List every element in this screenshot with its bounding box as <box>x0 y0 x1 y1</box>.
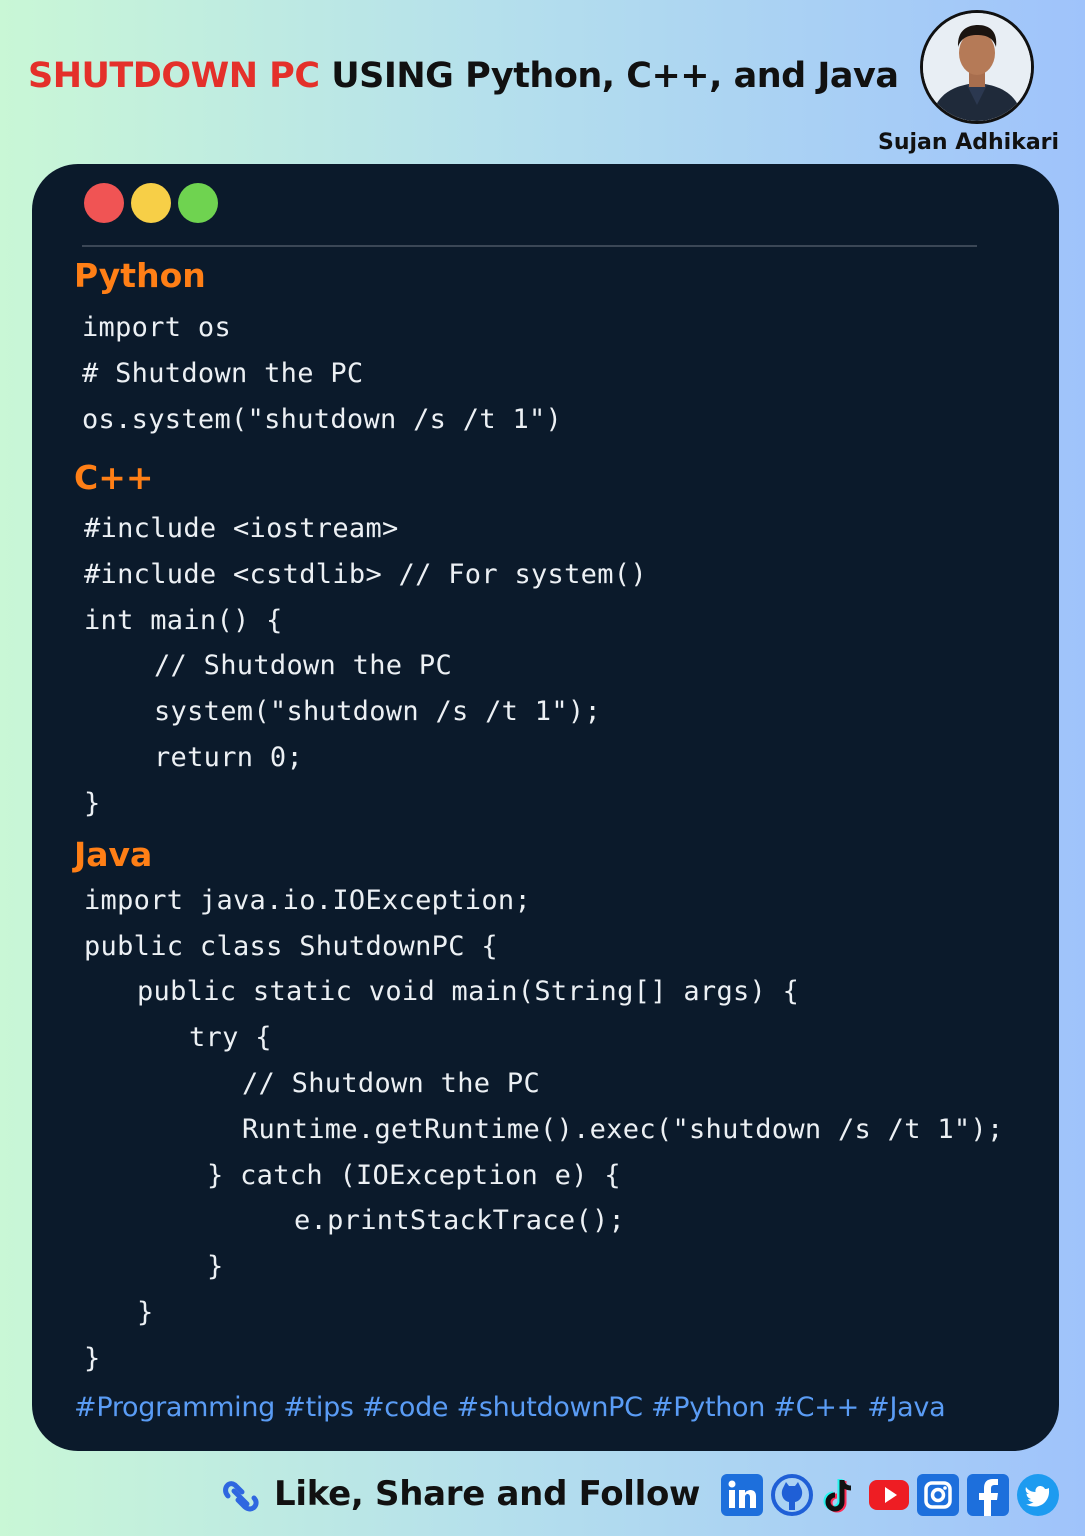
card-divider <box>82 245 977 247</box>
code-line: system("shutdown /s /t 1"); <box>154 696 601 727</box>
section-label-java: Java <box>74 835 153 874</box>
code-line: } <box>84 1343 101 1374</box>
code-line: } catch (IOException e) { <box>207 1160 621 1191</box>
code-line: Runtime.getRuntime().exec("shutdown /s /… <box>242 1114 1004 1145</box>
code-line: e.printStackTrace(); <box>294 1205 626 1236</box>
tiktok-icon[interactable] <box>820 1474 862 1516</box>
code-line: import os <box>82 312 231 343</box>
code-line: #include <cstdlib> // For system() <box>84 559 647 590</box>
section-label-cpp: C++ <box>74 458 154 497</box>
facebook-icon[interactable] <box>967 1474 1009 1516</box>
section-label-python: Python <box>74 256 206 295</box>
code-line: import java.io.IOException; <box>84 885 531 916</box>
code-line: os.system("shutdown /s /t 1") <box>82 404 563 435</box>
code-line: int main() { <box>84 605 283 636</box>
code-line: } <box>137 1297 154 1328</box>
code-line: # Shutdown the PC <box>82 358 364 389</box>
window-dot-yellow <box>131 183 171 223</box>
code-line: public static void main(String[] args) { <box>137 976 800 1007</box>
avatar-photo-icon <box>923 13 1031 121</box>
title-highlight: SHUTDOWN PC <box>28 56 320 96</box>
footer-cta: Like, Share and Follow <box>274 1474 701 1514</box>
code-line: try { <box>189 1022 272 1053</box>
code-line: #include <iostream> <box>84 513 399 544</box>
title-rest: USING Python, C++, and Java <box>319 56 899 96</box>
author-name: Sujan Adhikari <box>878 130 1060 155</box>
linkedin-icon[interactable] <box>721 1474 763 1516</box>
code-line: // Shutdown the PC <box>154 650 452 681</box>
twitter-icon[interactable] <box>1017 1474 1059 1516</box>
github-icon[interactable] <box>771 1474 813 1516</box>
hashtags: #Programming #tips #code #shutdownPC #Py… <box>74 1392 946 1423</box>
window-dot-green <box>178 183 218 223</box>
code-line: // Shutdown the PC <box>242 1068 540 1099</box>
page-title: SHUTDOWN PC USING Python, C++, and Java <box>28 56 899 96</box>
avatar <box>920 10 1034 124</box>
window-dot-red <box>84 183 124 223</box>
youtube-icon[interactable] <box>868 1474 910 1516</box>
share-icon <box>223 1481 259 1512</box>
code-line: return 0; <box>154 742 303 773</box>
code-line: } <box>207 1251 224 1282</box>
code-line: public class ShutdownPC { <box>84 931 498 962</box>
instagram-icon[interactable] <box>917 1474 959 1516</box>
code-line: } <box>84 788 101 819</box>
